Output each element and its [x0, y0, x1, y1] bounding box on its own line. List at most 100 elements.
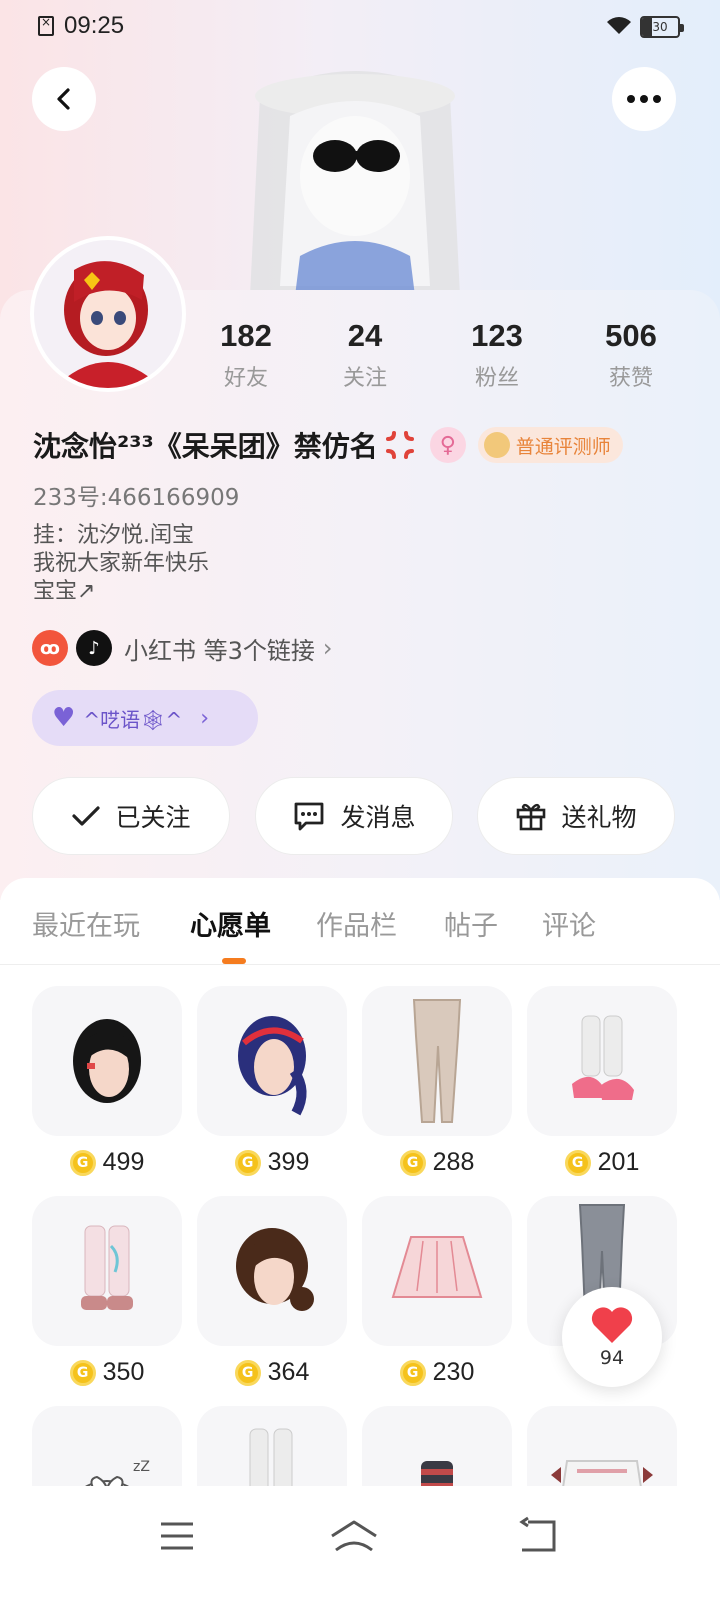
followed-label: 已关注: [115, 803, 191, 832]
tab-works[interactable]: 作品栏: [316, 904, 397, 943]
like-float-button[interactable]: 94: [562, 1287, 662, 1387]
item-image: [32, 1196, 182, 1346]
item-image: [362, 1196, 512, 1346]
bio: 挂：沈汐悦.闰宝 我祝大家新年快乐 宝宝↗: [33, 522, 209, 606]
item-image: [362, 986, 512, 1136]
leg-warmers-item-icon: [81, 1225, 133, 1310]
price-row: G 499: [32, 1148, 182, 1177]
stat-fans[interactable]: 123 粉丝: [437, 318, 557, 392]
black-hair-item-icon: [73, 1019, 141, 1103]
navy-hair-item-icon: [238, 1016, 307, 1116]
wishlist-item[interactable]: G 499: [32, 986, 182, 1177]
coin-icon: G: [234, 1149, 261, 1176]
gift-button[interactable]: 送礼物: [477, 777, 675, 855]
back-button[interactable]: [32, 67, 96, 131]
brown-bun-hair-item-icon: [236, 1228, 314, 1311]
stat-number: 123: [471, 318, 523, 353]
gift-icon: [517, 803, 546, 831]
wishlist-item[interactable]: G 364: [197, 1196, 347, 1387]
menu-icon[interactable]: [147, 1514, 207, 1558]
external-links[interactable]: ꝏ ♪ 小红书 等3个链接 ›: [32, 628, 333, 668]
system-nav-bar: [0, 1486, 720, 1600]
anger-emoji-icon: [385, 431, 414, 459]
stat-label: 好友: [223, 366, 268, 391]
sim-icon: [38, 15, 54, 36]
bio-line: 我祝大家新年快乐: [33, 551, 210, 576]
divider: [0, 964, 720, 965]
coin-icon: G: [399, 1149, 426, 1176]
wishlist-item[interactable]: G 201: [527, 986, 677, 1177]
stat-number: 506: [605, 318, 657, 353]
item-price: 350: [102, 1358, 145, 1386]
leggings-item-icon: [412, 999, 462, 1123]
item-image: [197, 986, 347, 1136]
item-image: [32, 986, 182, 1136]
heart-icon: [591, 1307, 633, 1343]
price-row: G 399: [197, 1148, 347, 1177]
tab-posts[interactable]: 帖子: [444, 904, 498, 943]
avatar[interactable]: [30, 236, 186, 392]
tab-comments[interactable]: 评论: [542, 904, 596, 943]
stat-number: 24: [347, 318, 383, 353]
wishlist-item[interactable]: G 230: [362, 1196, 512, 1387]
tiktok-icon: ♪: [76, 630, 112, 666]
bio-line[interactable]: 宝宝↗: [33, 578, 209, 606]
coin-icon: G: [69, 1359, 96, 1386]
group-tag[interactable]: ♥ ^呓语🕸^ ›: [32, 690, 258, 746]
item-image: [527, 986, 677, 1136]
avatar-illustration: [34, 240, 182, 388]
stat-likes[interactable]: 506 获赞: [571, 318, 691, 392]
back-nav-icon[interactable]: [508, 1514, 568, 1558]
xiaohongshu-icon: ꝏ: [32, 630, 68, 666]
name-row: 沈念怡²³³《呆呆团》禁仿名 ♀ 普通评测师: [33, 420, 623, 470]
followed-button[interactable]: 已关注: [32, 777, 230, 855]
clock: 09:25: [64, 12, 125, 39]
user-id: 233号:466166909: [33, 485, 240, 511]
like-count: 94: [599, 1347, 625, 1369]
wifi-icon: [607, 17, 631, 34]
stat-following[interactable]: 24 关注: [305, 318, 425, 392]
chevron-left-icon: [57, 88, 70, 110]
item-image: [197, 1196, 347, 1346]
status-bar: 09:25 30: [0, 0, 720, 56]
role-badge-label: 普通评测师: [515, 435, 611, 458]
role-badge[interactable]: 普通评测师: [477, 427, 623, 463]
coin-icon: G: [69, 1149, 96, 1176]
gender-female-icon: ♀: [429, 427, 466, 463]
chat-bubble-icon: [295, 802, 324, 831]
home-icon[interactable]: [324, 1514, 384, 1558]
message-button[interactable]: 发消息: [255, 777, 453, 855]
wishlist-item[interactable]: G 399: [197, 986, 347, 1177]
tab-wishlist[interactable]: 心愿单: [190, 904, 271, 943]
price-row: G 201: [527, 1148, 677, 1177]
battery-icon: 30: [640, 16, 684, 38]
chevron-right-icon: ›: [322, 634, 333, 662]
username: 沈念怡²³³《呆呆团》禁仿名: [33, 430, 378, 463]
coin-icon: G: [234, 1359, 261, 1386]
stat-label: 获赞: [608, 366, 653, 391]
svg-text:zZ: zZ: [133, 1459, 150, 1475]
item-price: 364: [267, 1358, 310, 1386]
gift-label: 送礼物: [561, 803, 637, 832]
item-price: 499: [102, 1148, 145, 1176]
item-price: 230: [432, 1358, 475, 1386]
stat-label: 粉丝: [474, 366, 519, 391]
pleated-skirt-item-icon: [391, 1236, 483, 1298]
stat-label: 关注: [342, 366, 387, 391]
stats-row: 182 好友 24 关注 123 粉丝 506 获赞: [186, 318, 720, 398]
tab-recently-played[interactable]: 最近在玩: [32, 904, 140, 943]
wishlist-item[interactable]: G 350: [32, 1196, 182, 1387]
avatar-3d-figure: [250, 71, 460, 296]
stat-number: 182: [220, 318, 272, 353]
message-label: 发消息: [340, 803, 416, 832]
stat-friends[interactable]: 182 好友: [186, 318, 306, 392]
item-price: 201: [597, 1148, 640, 1176]
more-button[interactable]: [612, 67, 676, 131]
links-label: 小红书 等3个链接: [124, 636, 315, 665]
chevron-right-icon: ›: [200, 705, 210, 731]
coin-icon: G: [399, 1359, 426, 1386]
wishlist-item[interactable]: G 288: [362, 986, 512, 1177]
price-row: G 230: [362, 1358, 512, 1387]
bio-line: 挂：沈汐悦.闰宝: [33, 523, 194, 548]
reviewer-icon: [483, 432, 510, 458]
